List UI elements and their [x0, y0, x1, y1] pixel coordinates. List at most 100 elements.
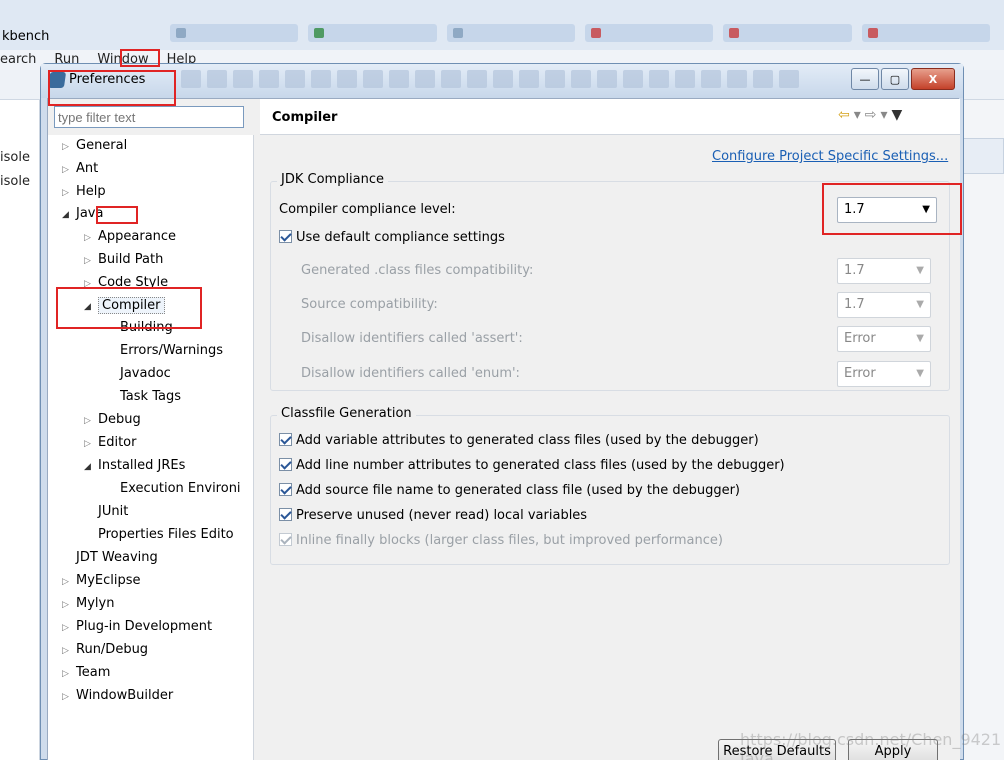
dropdown-arrow-icon: ▼: [916, 333, 924, 344]
checkbox[interactable]: [279, 230, 292, 243]
menu-search[interactable]: earch: [0, 50, 36, 70]
taskbar-tab[interactable]: [861, 24, 990, 42]
page-header: Compiler ⇦▾⇨▾▼: [260, 99, 960, 135]
tree-item-junit[interactable]: JUnit: [98, 501, 128, 523]
tree-item-javadoc[interactable]: Javadoc: [120, 363, 171, 385]
tree-item-jdt-weaving[interactable]: JDT Weaving: [76, 547, 158, 569]
forward-arrow-icon[interactable]: ⇨: [865, 107, 881, 123]
tree-item-editor[interactable]: ▷ Editor: [84, 432, 136, 454]
taskbar-tab[interactable]: [723, 24, 852, 42]
tree-item-mylyn[interactable]: ▷ Mylyn: [62, 593, 114, 615]
workbench-right-view: [962, 100, 1004, 760]
workbench-title: kbench: [2, 29, 50, 44]
configure-project-specific-link[interactable]: Configure Project Specific Settings...: [712, 149, 948, 164]
checkbox[interactable]: [279, 458, 292, 471]
tree-item-run-debug[interactable]: ▷ Run/Debug: [62, 639, 148, 661]
menu-down-icon[interactable]: ▼: [892, 107, 907, 123]
group-label: JDK Compliance: [277, 172, 389, 187]
filter-input[interactable]: [54, 106, 244, 128]
highlight-compliance-level: [822, 183, 962, 235]
tree-item-help[interactable]: ▷ Help: [62, 181, 106, 203]
dropdown-arrow-icon: ▼: [916, 299, 924, 310]
group-label: Classfile Generation: [277, 406, 416, 421]
tree-item-errors-warnings[interactable]: Errors/Warnings: [120, 340, 223, 362]
tree-item-execution-environments[interactable]: Execution Environi: [120, 478, 241, 500]
compliance-level-label: Compiler compliance level:: [279, 202, 456, 217]
dropdown-arrow-icon: ▼: [916, 265, 924, 276]
expand-arrow-icon[interactable]: ▷: [84, 227, 98, 249]
expand-arrow-icon[interactable]: ▷: [62, 159, 76, 181]
source-compat-label: Source compatibility:: [301, 297, 438, 312]
expand-arrow-icon[interactable]: ▷: [62, 594, 76, 616]
tree-item-team[interactable]: ▷ Team: [62, 662, 110, 684]
taskbar-tabs: [170, 22, 990, 44]
chevron-down-icon[interactable]: ▾: [854, 107, 865, 123]
back-arrow-icon[interactable]: ⇦: [838, 107, 854, 123]
tree-item-debug[interactable]: ▷ Debug: [84, 409, 141, 431]
tree-item-myeclipse[interactable]: ▷ MyEclipse: [62, 570, 141, 592]
assert-select[interactable]: Error ▼: [837, 326, 931, 352]
tree-item-properties-files-editor[interactable]: Properties Files Edito: [98, 524, 234, 546]
maximize-button[interactable]: ▢: [881, 68, 909, 90]
tree-item-installed-jres[interactable]: ◢ Installed JREs: [84, 455, 185, 477]
right-view-tab[interactable]: [962, 138, 1004, 174]
tree-item-plugin-development[interactable]: ▷ Plug-in Development: [62, 616, 212, 638]
taskbar-tab[interactable]: [170, 24, 299, 42]
preference-tree: ▷ General ▷ Ant ▷ Help ◢ Java ▷ Appearance ▷ B…: [48, 135, 254, 760]
use-default-compliance[interactable]: Use default compliance settings: [279, 230, 505, 245]
taskbar-tab[interactable]: [446, 24, 575, 42]
tree-item-windowbuilder[interactable]: ▷ WindowBuilder: [62, 685, 173, 707]
workbench-left-view: [0, 100, 40, 760]
expand-arrow-icon[interactable]: ▷: [62, 617, 76, 639]
tree-item-appearance[interactable]: ▷ Appearance: [84, 226, 176, 248]
generated-class-select[interactable]: 1.7 ▼: [837, 258, 931, 284]
assert-label: Disallow identifiers called 'assert':: [301, 331, 523, 346]
expand-arrow-icon[interactable]: ▷: [62, 136, 76, 158]
add-variable-attributes[interactable]: Add variable attributes to generated cla…: [279, 433, 759, 448]
inline-finally-blocks[interactable]: Inline finally blocks (larger class file…: [279, 533, 723, 548]
expand-arrow-icon[interactable]: ▷: [62, 663, 76, 685]
minimize-button[interactable]: —: [851, 68, 879, 90]
checkbox[interactable]: [279, 483, 292, 496]
source-compat-select[interactable]: 1.7 ▼: [837, 292, 931, 318]
expand-arrow-icon[interactable]: ▷: [62, 571, 76, 593]
highlight-java-node: [96, 206, 138, 224]
collapse-arrow-icon[interactable]: ◢: [84, 456, 98, 478]
highlight-compiler-node: [56, 287, 202, 329]
highlight-preferences-title: [48, 70, 176, 106]
nav-arrows: ⇦▾⇨▾▼: [838, 107, 906, 123]
tree-item-general[interactable]: ▷ General: [62, 135, 127, 157]
expand-arrow-icon[interactable]: ▷: [84, 433, 98, 455]
dialog-titlebar[interactable]: Preferences — ▢ X: [41, 64, 963, 98]
tree-item-build-path[interactable]: ▷ Build Path: [84, 249, 163, 271]
checkbox[interactable]: [279, 508, 292, 521]
generated-class-label: Generated .class files compatibility:: [301, 263, 534, 278]
checkbox[interactable]: [279, 433, 292, 446]
taskbar-tab[interactable]: [584, 24, 714, 42]
tree-item-task-tags[interactable]: Task Tags: [120, 386, 181, 408]
tree-item-ant[interactable]: ▷ Ant: [62, 158, 98, 180]
expand-arrow-icon[interactable]: ▷: [62, 640, 76, 662]
chevron-down-icon[interactable]: ▾: [881, 107, 892, 123]
console-tab[interactable]: isole: [0, 174, 30, 189]
expand-arrow-icon[interactable]: ▷: [62, 686, 76, 708]
enum-select[interactable]: Error ▼: [837, 361, 931, 387]
page-title: Compiler: [272, 110, 338, 125]
classfile-generation-group: Classfile Generation Add variable attrib…: [270, 406, 950, 565]
expand-arrow-icon[interactable]: ▷: [84, 410, 98, 432]
highlight-window-menu: [120, 49, 160, 67]
collapse-arrow-icon[interactable]: ◢: [62, 204, 76, 226]
add-source-file-name[interactable]: Add source file name to generated class …: [279, 483, 740, 498]
add-line-number-attributes[interactable]: Add line number attributes to generated …: [279, 458, 785, 473]
preferences-dialog: Preferences — ▢ X ▷General ▷Ant ▷Help ◢J…: [40, 63, 964, 760]
close-button[interactable]: X: [911, 68, 955, 90]
expand-arrow-icon[interactable]: ▷: [84, 250, 98, 272]
watermark: https://blog.csdn.net/Chen_9421 Java: [740, 730, 1002, 760]
expand-arrow-icon[interactable]: ▷: [62, 182, 76, 204]
checkbox[interactable]: [279, 533, 292, 546]
taskbar-tab[interactable]: [308, 24, 437, 42]
blurred-toolbar: [181, 70, 841, 92]
enum-label: Disallow identifiers called 'enum':: [301, 366, 520, 381]
console-tab[interactable]: isole: [0, 150, 30, 165]
preserve-unused-locals[interactable]: Preserve unused (never read) local varia…: [279, 508, 587, 523]
